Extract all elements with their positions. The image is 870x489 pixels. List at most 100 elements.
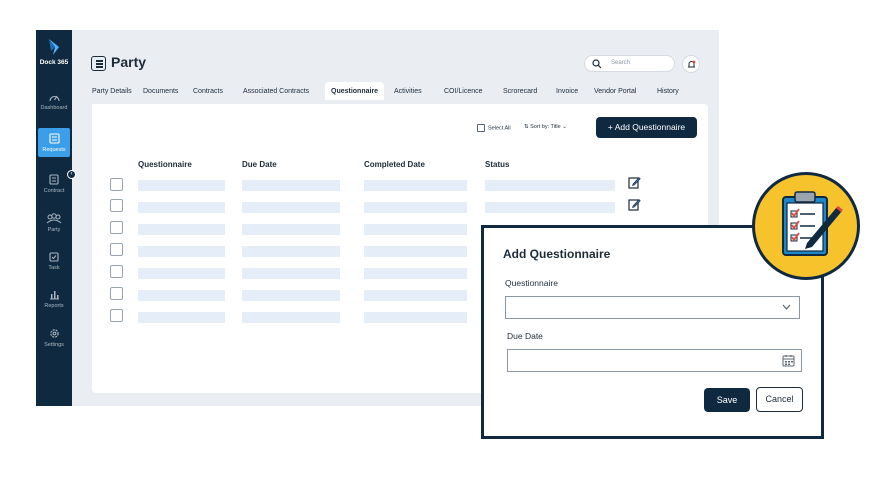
- sort-icon: ⇅: [524, 124, 529, 130]
- tab-documents[interactable]: Documents: [143, 88, 178, 95]
- placeholder-cell: [364, 290, 467, 301]
- contract-icon: [49, 174, 59, 185]
- questionnaire-select[interactable]: [505, 296, 800, 319]
- dock-logo-icon: [49, 39, 59, 55]
- column-header-questionnaire[interactable]: Questionnaire: [138, 160, 192, 169]
- checkbox-icon: [477, 124, 485, 132]
- plus-icon: +: [607, 122, 613, 132]
- select-all-checkbox[interactable]: Select All: [477, 124, 511, 132]
- collapse-sidebar-button[interactable]: ‹: [67, 170, 76, 179]
- row-checkbox[interactable]: [110, 178, 123, 191]
- tab-contracts[interactable]: Contracts: [193, 88, 223, 95]
- placeholder-cell: [242, 312, 340, 323]
- cancel-button[interactable]: Cancel: [756, 387, 803, 412]
- clipboard-checklist-icon: [782, 191, 843, 256]
- placeholder-cell: [242, 268, 340, 279]
- tab-scorecard[interactable]: Scrorecard: [503, 88, 537, 95]
- placeholder-cell: [242, 290, 340, 301]
- placeholder-cell: [138, 268, 225, 279]
- placeholder-cell: [242, 180, 340, 191]
- party-icon: [46, 213, 62, 224]
- sidebar-item-label: Settings: [44, 342, 64, 348]
- placeholder-cell: [138, 180, 225, 191]
- placeholder-cell: [138, 246, 225, 257]
- task-icon: [49, 252, 59, 262]
- tab-vendor-portal[interactable]: Vendor Portal: [594, 88, 636, 95]
- tab-activities[interactable]: Activities: [394, 88, 422, 95]
- placeholder-cell: [364, 268, 467, 279]
- add-questionnaire-label: Add Questionnaire: [614, 122, 686, 132]
- chevron-down-icon: ⌄: [562, 124, 567, 130]
- row-checkbox[interactable]: [110, 199, 123, 212]
- placeholder-cell: [242, 224, 340, 235]
- brand-logo[interactable]: Dock 365: [36, 38, 72, 66]
- bell-icon: [688, 60, 696, 68]
- due-date-field[interactable]: [507, 349, 802, 372]
- sidebar-item-label: Task: [48, 265, 60, 271]
- sidebar-item-settings[interactable]: Settings: [36, 328, 72, 348]
- placeholder-cell: [138, 224, 225, 235]
- dialog-title: Add Questionnaire: [503, 247, 611, 261]
- placeholder-cell: [138, 312, 225, 323]
- edit-icon[interactable]: [628, 198, 641, 211]
- select-all-label: Select All: [488, 125, 511, 132]
- sort-dropdown[interactable]: ⇅ Sort by: Title ⌄: [524, 124, 567, 130]
- sidebar-item-reports[interactable]: Reports: [36, 289, 72, 309]
- placeholder-cell: [364, 180, 467, 191]
- placeholder-cell: [364, 246, 467, 257]
- tab-history[interactable]: History: [657, 88, 679, 95]
- placeholder-cell: [242, 246, 340, 257]
- sort-label: Sort by: Title: [530, 124, 561, 130]
- dashboard-icon: [48, 95, 60, 102]
- brand-name: Dock 365: [39, 59, 69, 66]
- row-checkbox[interactable]: [110, 265, 123, 278]
- placeholder-cell: [242, 202, 340, 213]
- placeholder-cell: [485, 180, 615, 191]
- edit-icon[interactable]: [628, 176, 641, 189]
- calendar-icon[interactable]: [782, 354, 795, 367]
- row-checkbox[interactable]: [110, 309, 123, 322]
- column-header-due-date[interactable]: Due Date: [242, 160, 277, 169]
- save-button[interactable]: Save: [704, 388, 750, 412]
- sidebar-item-label: Requests: [42, 147, 66, 153]
- sidebar-item-dashboard[interactable]: Dashboard: [36, 92, 72, 111]
- reports-icon: [49, 291, 59, 300]
- notification-button[interactable]: [682, 55, 700, 73]
- placeholder-cell: [364, 224, 467, 235]
- placeholder-cell: [138, 290, 225, 301]
- settings-icon: [49, 329, 59, 338]
- questionnaire-label: Questionnaire: [505, 278, 558, 288]
- page-title: Party: [111, 54, 147, 70]
- row-checkbox[interactable]: [110, 287, 123, 300]
- sidebar-item-task[interactable]: Task: [36, 251, 72, 271]
- column-header-status[interactable]: Status: [485, 160, 509, 169]
- tab-associated-contracts[interactable]: Associated Contracts: [243, 88, 309, 95]
- due-date-label: Due Date: [507, 331, 543, 341]
- sidebar-item-contract[interactable]: Contract: [36, 174, 72, 194]
- sidebar-item-requests[interactable]: Requests: [38, 128, 70, 157]
- tab-party-details[interactable]: Party Details: [92, 88, 132, 95]
- sidebar-item-label: Contract: [43, 188, 65, 194]
- questionnaire-badge: [752, 172, 860, 280]
- search-icon: [592, 59, 602, 69]
- party-list-icon[interactable]: [91, 56, 106, 71]
- sidebar-item-label: Reports: [44, 303, 64, 309]
- tab-invoice[interactable]: Invoice: [556, 88, 578, 95]
- column-header-completed-date[interactable]: Completed Date: [364, 160, 425, 169]
- placeholder-cell: [485, 202, 615, 213]
- chevron-down-icon: [782, 304, 791, 310]
- sidebar: Dock 365 Dashboard Requests Contract Par…: [36, 30, 72, 406]
- search-input[interactable]: Search: [584, 55, 675, 72]
- placeholder-cell: [364, 312, 467, 323]
- row-checkbox[interactable]: [110, 243, 123, 256]
- tab-coi-licence[interactable]: COI/Licence: [444, 88, 483, 95]
- placeholder-cell: [138, 202, 225, 213]
- sidebar-item-label: Party: [47, 227, 61, 233]
- tab-questionnaire[interactable]: Questionnaire: [325, 82, 385, 100]
- placeholder-cell: [364, 202, 467, 213]
- row-checkbox[interactable]: [110, 221, 123, 234]
- sidebar-item-party[interactable]: Party: [36, 213, 72, 233]
- search-placeholder: Search: [611, 60, 631, 66]
- sidebar-item-label: Dashboard: [40, 105, 68, 111]
- add-questionnaire-button[interactable]: + Add Questionnaire: [596, 117, 697, 138]
